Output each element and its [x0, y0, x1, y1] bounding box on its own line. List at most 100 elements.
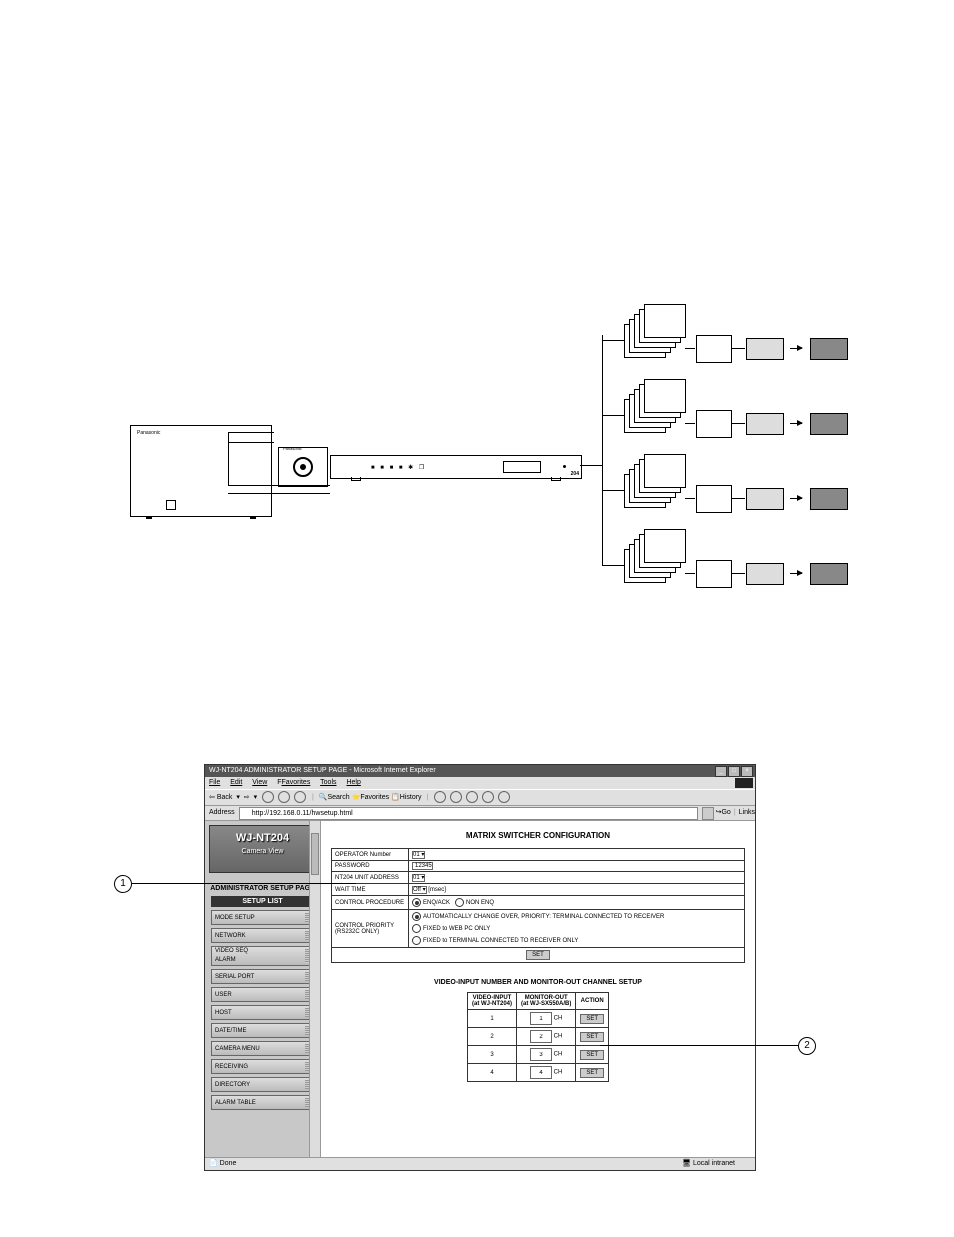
- sidebar-item-host[interactable]: HOST: [211, 1005, 314, 1020]
- wait-time-select[interactable]: Off ▾: [412, 886, 427, 894]
- set-button[interactable]: SET: [526, 950, 550, 960]
- print-icon[interactable]: [450, 791, 462, 803]
- left-chassis: Panasonic: [130, 425, 272, 517]
- url-input[interactable]: http://192.168.0.11/hwsetup.html: [239, 807, 698, 820]
- set-button-row4[interactable]: SET: [580, 1068, 604, 1078]
- favorites-button[interactable]: ⭐Favorites: [352, 794, 390, 801]
- edit-icon[interactable]: [466, 791, 478, 803]
- stop-icon[interactable]: [262, 791, 274, 803]
- menu-file[interactable]: File: [209, 779, 220, 786]
- monitor-out-input-3[interactable]: [530, 1048, 552, 1061]
- status-bar: 📄 Done 🖥 Local intranet: [205, 1157, 755, 1170]
- menu-edit[interactable]: Edit: [230, 779, 242, 786]
- status-text: 📄 Done: [209, 1160, 236, 1167]
- forward-button[interactable]: ⇨: [244, 794, 250, 801]
- menu-favorites[interactable]: FFavorites: [277, 779, 310, 786]
- sidebar-item-serial-port[interactable]: SERIAL PORT: [211, 969, 314, 984]
- set-button-row1[interactable]: SET: [580, 1014, 604, 1024]
- sidebar-scrollbar[interactable]: [309, 821, 320, 1163]
- history-button[interactable]: 📋History: [391, 794, 422, 801]
- monitor-out-input-1[interactable]: [530, 1012, 552, 1025]
- home-icon[interactable]: [294, 791, 306, 803]
- table-row: 4 CH SET: [467, 1064, 608, 1082]
- controller-unit: Panasonic: [278, 447, 328, 487]
- setup-list-header: SETUP LIST: [211, 896, 314, 907]
- set-button-row2[interactable]: SET: [580, 1032, 604, 1042]
- minimize-button[interactable]: _: [715, 766, 727, 777]
- password-input[interactable]: 12345: [412, 862, 433, 870]
- channel-setup-title: VIDEO-INPUT NUMBER AND MONITOR-OUT CHANN…: [331, 979, 745, 986]
- close-button[interactable]: ×: [741, 766, 753, 777]
- operator-number-label: OPERATOR Number: [332, 849, 409, 861]
- toolbar: ⇦ Back ▾ ⇨ ▾ | 🔍Search ⭐Favorites 📋Histo…: [205, 789, 755, 806]
- mail-icon[interactable]: [434, 791, 446, 803]
- go-button[interactable]: ↪Go: [716, 806, 731, 820]
- col-monitor-out: MONITOR-OUT (at WJ-SX550A/B): [517, 993, 576, 1010]
- zone-indicator: 🖥 Local intranet: [682, 1158, 735, 1170]
- callout-1: 1: [114, 875, 132, 893]
- sidebar-item-directory[interactable]: DIRECTORY: [211, 1077, 314, 1092]
- table-row: 1 CH SET: [467, 1010, 608, 1028]
- window-titlebar: WJ-NT204 ADMINISTRATOR SETUP PAGE - Micr…: [205, 765, 755, 777]
- admin-header: ADMINISTRATOR SETUP PAGE: [209, 885, 316, 892]
- sidebar: WJ-NT204 Camera View ADMINISTRATOR SETUP…: [205, 821, 321, 1163]
- table-row: 2 CH SET: [467, 1028, 608, 1046]
- sidebar-item-network[interactable]: NETWORK: [211, 928, 314, 943]
- radio-priority-terminal[interactable]: [412, 936, 421, 945]
- discuss-icon[interactable]: [482, 791, 494, 803]
- password-label: PASSWORD: [332, 861, 409, 872]
- menu-bar: File Edit View FFavorites Tools Help: [205, 777, 755, 789]
- menu-view[interactable]: View: [252, 779, 267, 786]
- logo-text: WJ-NT204: [210, 832, 315, 844]
- browser-window: WJ-NT204 ADMINISTRATOR SETUP PAGE - Micr…: [204, 764, 756, 1171]
- callout-2: 2: [798, 1037, 816, 1055]
- monitor-out-input-2[interactable]: [530, 1030, 552, 1043]
- radio-priority-web[interactable]: [412, 924, 421, 933]
- search-button[interactable]: 🔍Search: [319, 794, 350, 801]
- window-title: WJ-NT204 ADMINISTRATOR SETUP PAGE - Micr…: [209, 767, 436, 774]
- control-procedure-label: CONTROL PROCEDURE: [332, 896, 409, 910]
- radio-priority-auto[interactable]: [412, 912, 421, 921]
- messenger-icon[interactable]: [498, 791, 510, 803]
- set-button-row3[interactable]: SET: [580, 1050, 604, 1060]
- sidebar-item-camera-menu[interactable]: CAMERA MENU: [211, 1041, 314, 1056]
- menu-tools[interactable]: Tools: [320, 779, 336, 786]
- unit-address-select[interactable]: 01 ▾: [412, 874, 425, 882]
- logo-subtitle: Camera View: [210, 848, 315, 855]
- callout-2-line: [600, 1045, 798, 1046]
- sidebar-item-receiving[interactable]: RECEIVING: [211, 1059, 314, 1074]
- table-row: 3 CH SET: [467, 1046, 608, 1064]
- sidebar-item-video-seq-alarm[interactable]: VIDEO SEQ ALARM: [211, 946, 314, 966]
- callout-1-line: [132, 883, 356, 884]
- address-label: Address: [209, 806, 235, 820]
- monitor-out-input-4[interactable]: [530, 1066, 552, 1079]
- maximize-button[interactable]: □: [728, 766, 740, 777]
- equipment-diagram: Panasonic Panasonic ■ ■ ■ ■ ✱ ❐ 204: [130, 290, 870, 600]
- col-action: ACTION: [576, 993, 609, 1010]
- radio-non-enq[interactable]: [455, 898, 464, 907]
- operator-number-select[interactable]: 01 ▾: [412, 851, 425, 859]
- refresh-icon[interactable]: [278, 791, 290, 803]
- menu-help[interactable]: Help: [346, 779, 360, 786]
- channel-table: VIDEO-INPUT (at WJ-NT204) MONITOR-OUT (a…: [467, 992, 609, 1082]
- sidebar-item-alarm-table[interactable]: ALARM TABLE: [211, 1095, 314, 1110]
- logo-panel[interactable]: WJ-NT204 Camera View: [209, 825, 316, 873]
- radio-enq-ack[interactable]: [412, 898, 421, 907]
- sidebar-item-user[interactable]: USER: [211, 987, 314, 1002]
- url-dropdown[interactable]: [702, 807, 714, 820]
- config-form: OPERATOR Number 01 ▾ PASSWORD 12345 NT20…: [331, 848, 745, 963]
- rack-model-number: 204: [571, 471, 579, 477]
- unit-address-label: NT204 UNIT ADDRESS: [332, 872, 409, 884]
- wait-time-label: WAIT TIME: [332, 884, 409, 896]
- back-button[interactable]: ⇦ Back: [209, 794, 232, 801]
- ie-logo-icon: [735, 778, 753, 788]
- col-video-input: VIDEO-INPUT (at WJ-NT204): [467, 993, 516, 1010]
- wait-time-unit: [msec]: [428, 887, 446, 893]
- control-priority-label: CONTROL PRIORITY (RS232C ONLY): [332, 910, 409, 948]
- rack-unit: ■ ■ ■ ■ ✱ ❐ 204: [330, 455, 582, 479]
- address-bar: Address http://192.168.0.11/hwsetup.html…: [205, 806, 755, 821]
- sidebar-item-mode-setup[interactable]: MODE SETUP: [211, 910, 314, 925]
- main-panel: MATRIX SWITCHER CONFIGURATION OPERATOR N…: [321, 821, 755, 1163]
- sidebar-item-datetime[interactable]: DATE/TIME: [211, 1023, 314, 1038]
- links-label[interactable]: Links: [739, 806, 755, 820]
